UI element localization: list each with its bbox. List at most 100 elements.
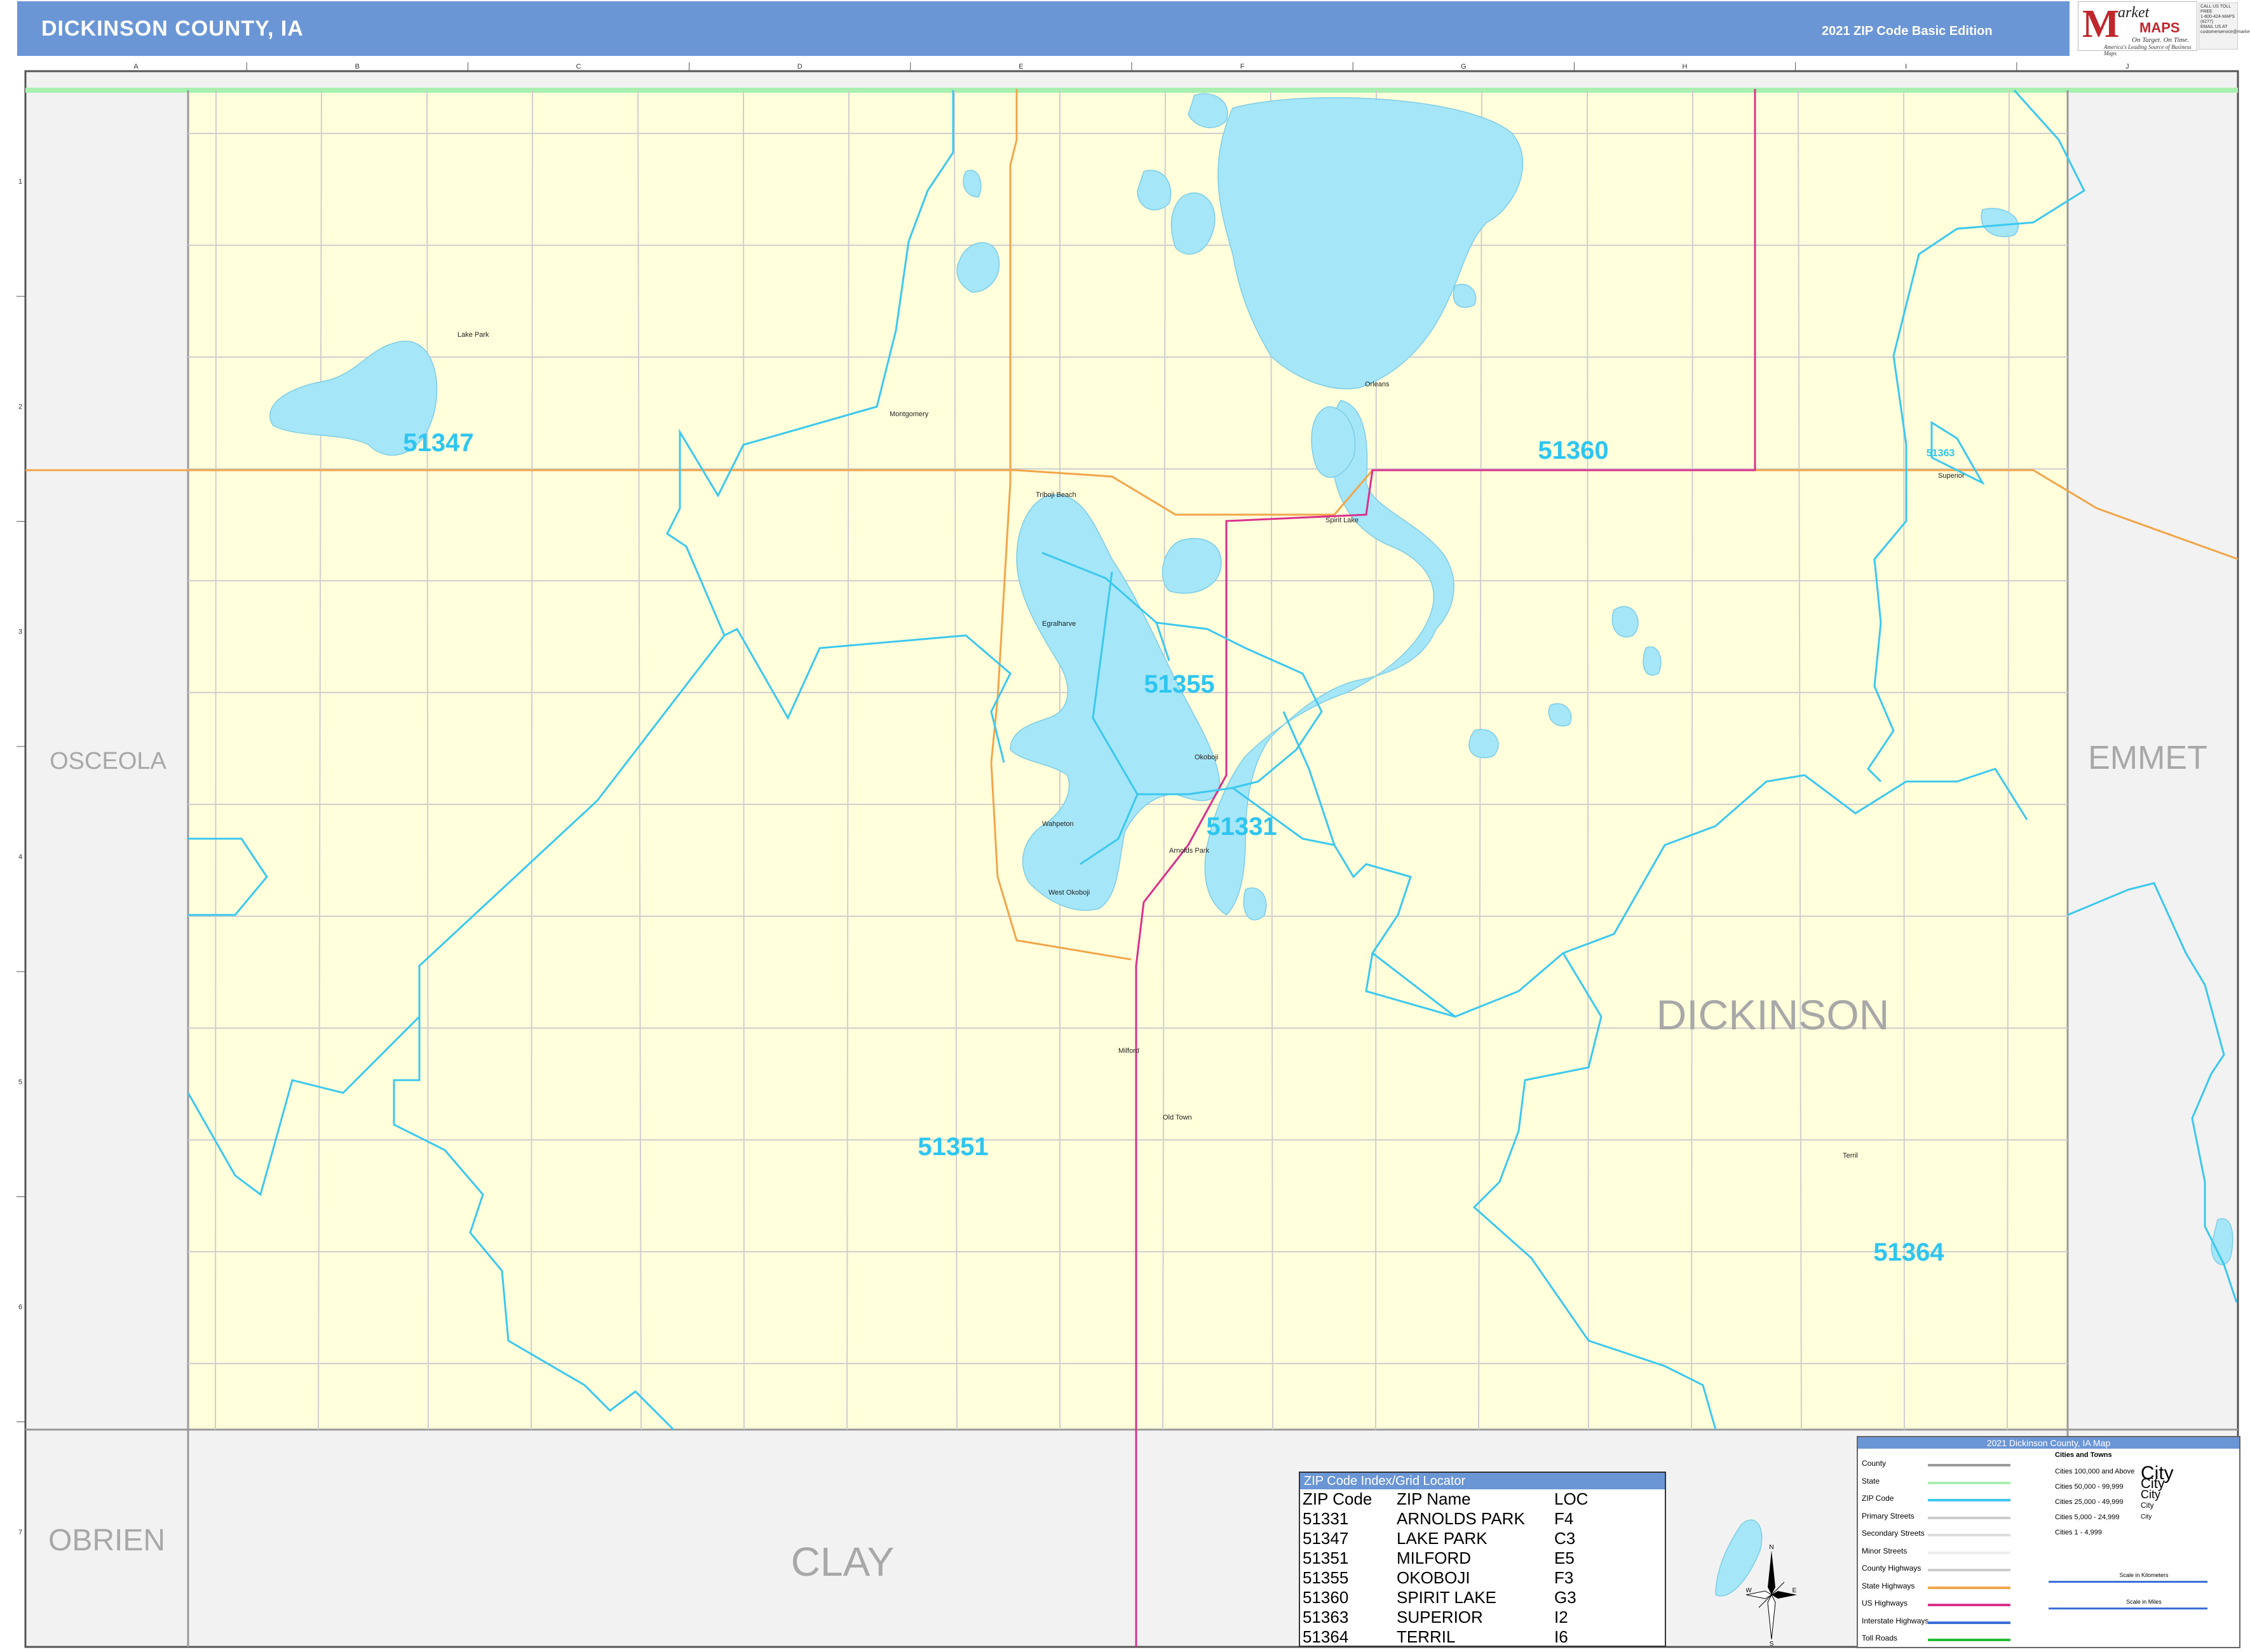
grid-row-label: 5: [18, 1078, 22, 1086]
place-okoboji: Okoboji: [1195, 754, 1218, 761]
legend-item-label: State Highways: [1862, 1581, 1915, 1590]
place-spirit-lake: Spirit Lake: [1325, 517, 1359, 524]
place-superior: Superior: [1938, 472, 1965, 480]
compass-rose: N S E W: [1746, 1544, 1797, 1646]
legend-item-label: Secondary Streets: [1862, 1529, 1925, 1538]
grid-column-label: C: [576, 63, 581, 71]
table-row: 51347 LAKE PARK C3: [1301, 1529, 1592, 1548]
legend-item-swatch: [1928, 1534, 2010, 1536]
legend-city-class: Cities 25,000 - 49,999: [2055, 1498, 2124, 1506]
legend-item-label: ZIP Code: [1862, 1494, 1894, 1503]
loc-cell: G3: [1554, 1588, 1576, 1607]
grid-column-label: A: [133, 63, 139, 71]
legend-item-swatch: [1928, 1569, 2010, 1571]
zip-label-51347: 51347: [403, 429, 473, 457]
place-egralharve: Egralharve: [1042, 620, 1076, 628]
place-milford: Milford: [1118, 1047, 1139, 1055]
place-old-town: Old Town: [1163, 1114, 1192, 1121]
place-wahpeton: Wahpeton: [1042, 820, 1074, 828]
pond-6: [1643, 646, 1662, 676]
legend-item-swatch: [1928, 1481, 2010, 1484]
legend-item-swatch: [1928, 1639, 2010, 1641]
place-lake-park: Lake Park: [457, 331, 489, 339]
zip-index-header-zip: ZIP Code: [1303, 1489, 1372, 1508]
zip-label-51331: 51331: [1206, 813, 1277, 841]
loc-cell: E5: [1554, 1548, 1575, 1567]
legend-item-swatch: [1928, 1499, 2010, 1501]
grid-row-label: 4: [18, 853, 22, 861]
zip-cell: 51351: [1303, 1548, 1349, 1567]
map-legend: 2021 Dickinson County, IA Map County Stat…: [1857, 1436, 2240, 1648]
grid-column-label: G: [1461, 63, 1467, 71]
legend-item-label: US Highways: [1862, 1599, 1908, 1608]
grid-column-label: H: [1683, 63, 1688, 71]
zip-code-index-table: ZIP Code Index/Grid Locator ZIP Code ZIP…: [1299, 1472, 1666, 1647]
legend-item-swatch: [1928, 1621, 2010, 1624]
table-row: 51355 OKOBOJI F3: [1301, 1568, 1592, 1588]
county-label-clay: CLAY: [791, 1539, 894, 1585]
zip-index-grid: ZIP Code ZIP Name LOC 51331 ARNOLDS PARK F…: [1301, 1489, 1592, 1647]
legend-city-class: Cities 100,000 and Above: [2055, 1468, 2135, 1475]
legend-item-swatch: [1928, 1551, 2010, 1554]
place-terril: Terril: [1843, 1152, 1858, 1160]
pond-5: [1611, 606, 1639, 638]
loc-cell: C3: [1554, 1529, 1576, 1548]
county-label-emmet: EMMET: [2088, 740, 2207, 776]
legend-item-swatch: [1928, 1604, 2010, 1606]
legend-city-class: Cities 1 - 4,999: [2055, 1529, 2102, 1536]
zip-cell: 51364: [1303, 1627, 1349, 1646]
legend-city-example: City: [2141, 1513, 2152, 1520]
zip-index-header-name: ZIP Name: [1397, 1489, 1471, 1508]
place-montgomery: Montgomery: [890, 410, 929, 418]
compass-w: W: [1746, 1587, 1752, 1594]
legend-city-example: City: [2141, 1501, 2154, 1510]
legend-item-label: State: [1862, 1476, 1880, 1486]
zip-cell: 51347: [1303, 1529, 1349, 1548]
legend-city-class: Cities 5,000 - 24,999: [2055, 1513, 2120, 1521]
pond-7: [1468, 729, 1499, 759]
table-row: 51331 ARNOLDS PARK F4: [1301, 1509, 1592, 1529]
grid-row-label: 2: [18, 403, 22, 410]
county-label-dickinson: DICKINSON: [1657, 991, 1890, 1038]
legend-cities-title: Cities and Towns: [2055, 1451, 2112, 1459]
legend-scale-mi-bar: [2049, 1608, 2207, 1609]
legend-item-swatch: [1928, 1464, 2010, 1466]
name-cell: SUPERIOR: [1397, 1608, 1483, 1627]
compass-north-arrow: [1768, 1550, 1775, 1595]
place-arnolds-park: Arnolds Park: [1169, 847, 1209, 855]
legend-item-label: Interstate Highways: [1862, 1616, 1929, 1625]
loc-cell: F3: [1554, 1568, 1574, 1587]
loc-cell: F4: [1554, 1509, 1574, 1528]
zip-label-51351: 51351: [918, 1133, 988, 1161]
zip-index-header-loc: LOC: [1554, 1489, 1589, 1508]
place-west-okoboji: West Okoboji: [1048, 889, 1090, 897]
legend-title: 2021 Dickinson County, IA Map: [1858, 1437, 2239, 1449]
compass-s: S: [1770, 1641, 1774, 1646]
table-row: 51360 SPIRIT LAKE G3: [1301, 1588, 1592, 1608]
name-cell: ARNOLDS PARK: [1397, 1509, 1525, 1528]
place-orleans: Orleans: [1365, 381, 1390, 388]
legend-item-label: Minor Streets: [1862, 1546, 1908, 1555]
grid-column-label: J: [2125, 63, 2129, 71]
zip-cell: 51363: [1303, 1608, 1349, 1627]
zip-cell: 51360: [1303, 1588, 1349, 1607]
county-map: A B C D E F G H I J1234567 OSCEOLA EMMET…: [17, 62, 2239, 1648]
grid-column-label: E: [1019, 63, 1023, 71]
name-cell: TERRIL: [1397, 1627, 1456, 1646]
name-cell: OKOBOJI: [1397, 1568, 1470, 1587]
table-row: 51351 MILFORD E5: [1301, 1548, 1592, 1568]
section-road: [215, 90, 217, 1430]
zip-label-51363: 51363: [1927, 448, 1955, 459]
legend-item-label: Toll Roads: [1862, 1634, 1898, 1642]
legend-item-label: Primary Streets: [1862, 1511, 1915, 1520]
zip-cell: 51355: [1303, 1568, 1349, 1587]
grid-column-label: F: [1240, 63, 1245, 71]
compass-e: E: [1793, 1587, 1797, 1594]
grid-column-label: B: [355, 63, 360, 71]
legend-city-class: Cities 50,000 - 99,999: [2055, 1483, 2124, 1491]
zip-label-51360: 51360: [1538, 437, 1608, 464]
name-cell: SPIRIT LAKE: [1397, 1588, 1497, 1607]
place-triboji-beach: Triboji Beach: [1036, 491, 1076, 499]
legend-scale-mi: Scale in Miles: [2126, 1599, 2162, 1605]
legend-item-swatch: [1928, 1516, 2010, 1519]
